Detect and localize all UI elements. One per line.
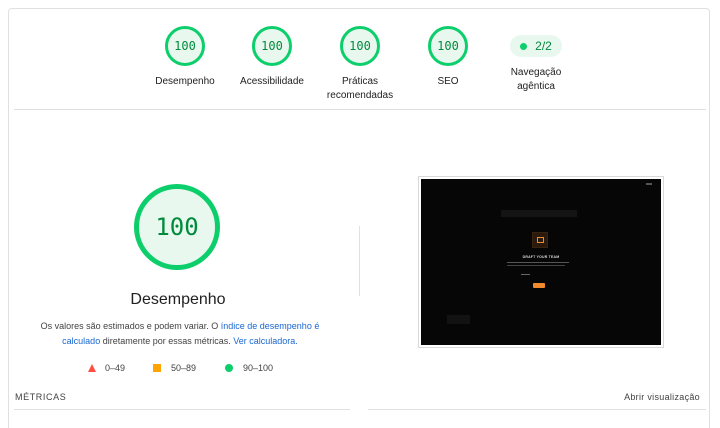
gauge-label-line2: recomendadas [326, 90, 394, 101]
screenshot-box [447, 315, 470, 324]
pass-circle-icon [225, 364, 233, 372]
gauge-label-line2: agêntica [517, 81, 555, 92]
header-divider [14, 109, 706, 110]
screenshot-app-icon [532, 232, 548, 248]
screenshot-text-line [507, 265, 565, 266]
score-ring: 100 [165, 26, 205, 66]
score-pill-value: 2/2 [535, 39, 552, 53]
legend-fail-label: 0–49 [105, 363, 126, 373]
final-screenshot[interactable]: DRAFT YOUR TEAM [418, 176, 664, 348]
score-pill: 2/2 [510, 35, 562, 57]
description-text: diretamente por essas métricas. [100, 336, 234, 346]
legend-average: 50–89 [153, 363, 196, 373]
category-gauges: 100 Desempenho 100 Acessibilidade 100 Pr… [0, 0, 720, 110]
performance-score-gauge: 100 [134, 184, 220, 270]
performance-description: Os valores são estimados e podem variar.… [30, 319, 330, 349]
vertical-divider [359, 226, 360, 296]
screenshot-canvas: DRAFT YOUR TEAM [421, 179, 661, 345]
legend-fail: 0–49 [88, 363, 125, 373]
metrics-divider [368, 409, 706, 410]
legend-pass: 90–100 [225, 363, 273, 373]
legend-average-label: 50–89 [171, 363, 197, 373]
score-ring: 100 [252, 26, 292, 66]
metrics-header: MÉTRICAS [15, 392, 67, 402]
screenshot-text-line [521, 274, 530, 275]
description-text: Os valores são estimados e podem variar.… [40, 321, 221, 331]
calculator-link[interactable]: Ver calculadora. [233, 336, 298, 346]
score-ring: 100 [340, 26, 380, 66]
screenshot-text-line [507, 262, 569, 263]
screenshot-band [501, 210, 577, 217]
gauge-label: Navegação agêntica [481, 66, 591, 94]
gauge-agentic-navigation[interactable]: 2/2 Navegação agêntica [481, 26, 591, 94]
screenshot-nav-mark [646, 183, 652, 185]
score-ring: 100 [428, 26, 468, 66]
screenshot-title: DRAFT YOUR TEAM [522, 255, 560, 259]
legend-pass-label: 90–100 [243, 363, 274, 373]
average-square-icon [153, 364, 161, 372]
screenshot-button [533, 283, 545, 288]
performance-title: Desempenho [130, 291, 226, 308]
gauge-label-line1: Navegação [510, 67, 562, 78]
metrics-divider [14, 409, 350, 410]
fail-triangle-icon [88, 364, 96, 372]
pass-dot-icon [520, 42, 528, 50]
open-view-toggle[interactable]: Abrir visualização [624, 392, 700, 402]
